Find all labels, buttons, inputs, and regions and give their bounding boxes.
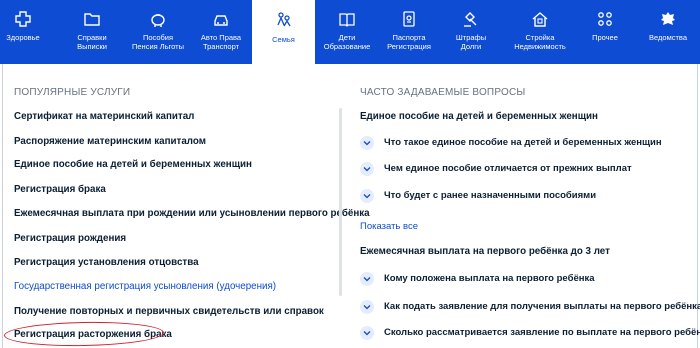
service-link[interactable]: Получение повторных и первичных свидетел… xyxy=(14,306,324,317)
faq-question-text: Что будет с ранее назначенными пособиями xyxy=(384,190,597,201)
chevron-down-icon xyxy=(360,272,374,286)
nav-item-label: Семья xyxy=(272,35,295,44)
nav-item-label: Прочее xyxy=(592,33,618,42)
faq-question-text: Кому положена выплата на первого ребёнка xyxy=(384,273,595,284)
folder-icon xyxy=(83,10,101,28)
car-icon xyxy=(212,10,230,28)
chevron-down-icon xyxy=(360,162,374,176)
service-link[interactable]: Регистрация установления отцовства xyxy=(14,257,199,268)
nav-item-education[interactable]: Дети Образование xyxy=(316,0,378,64)
nav-item-documents[interactable]: Справки Выписки xyxy=(64,0,120,64)
scrollbar[interactable] xyxy=(339,108,342,296)
nav-item-transport[interactable]: Авто Права Транспорт xyxy=(190,0,252,64)
faq-group-heading[interactable]: Ежемесячная выплата на первого ребёнка д… xyxy=(360,246,610,257)
plus-icon xyxy=(14,10,32,28)
service-link-hovered[interactable]: Государственная регистрация усыновления … xyxy=(14,281,276,292)
service-link[interactable]: Сертификат на материнский капитал xyxy=(14,111,194,122)
nav-item-label: Авто Права Транспорт xyxy=(200,33,242,51)
nav-item-label: Стройка Недвижимость xyxy=(514,33,566,51)
nav-item-label: Штрафы Долги xyxy=(455,33,487,51)
show-all-link[interactable]: Показать все xyxy=(360,221,418,232)
nav-item-other[interactable]: Прочее xyxy=(582,0,628,64)
grid-icon xyxy=(596,10,614,28)
nav-item-label: Паспорта Регистрация xyxy=(387,33,431,51)
chevron-down-icon xyxy=(360,300,374,314)
service-link[interactable]: Единое пособие на детей и беременных жен… xyxy=(14,159,252,170)
house-icon xyxy=(531,10,549,28)
gavel-icon xyxy=(462,10,480,28)
faq-question-text: Как подать заявление для получения выпла… xyxy=(384,301,700,312)
passport-icon xyxy=(400,10,418,28)
chevron-down-icon xyxy=(360,189,374,203)
nav-item-agencies[interactable]: Ведомства xyxy=(640,0,696,64)
nav-item-label: Пособия Пенсия Льготы xyxy=(131,33,185,51)
faq-question-text: Сколько рассматривается заявление по вып… xyxy=(384,327,700,338)
nav-item-label: Ведомства xyxy=(649,33,687,42)
piggy-bank-icon xyxy=(149,10,167,28)
nav-item-fines[interactable]: Штрафы Долги xyxy=(446,0,496,64)
service-link[interactable]: Распоряжение материнским капиталом xyxy=(14,136,206,147)
nav-item-passports[interactable]: Паспорта Регистрация xyxy=(378,0,440,64)
family-icon xyxy=(275,10,293,28)
service-link[interactable]: Регистрация рождения xyxy=(14,233,126,244)
nav-item-label: Дети Образование xyxy=(323,33,371,51)
emblem-icon xyxy=(659,10,677,28)
nav-item-health[interactable]: Здоровье xyxy=(0,0,46,64)
top-navigation: Здоровье Справки Выписки Пособия Пенсия … xyxy=(0,0,700,64)
nav-item-family[interactable]: Семья xyxy=(252,0,315,64)
service-link[interactable]: Регистрация брака xyxy=(14,184,106,195)
nav-item-benefits[interactable]: Пособия Пенсия Льготы xyxy=(124,0,192,64)
nav-item-realty[interactable]: Стройка Недвижимость xyxy=(506,0,574,64)
book-icon xyxy=(338,10,356,28)
faq-question-text: Чем единое пособие отличается от прежних… xyxy=(384,163,632,174)
faq-title: ЧАСТО ЗАДАВАЕМЫЕ ВОПРОСЫ xyxy=(360,87,526,98)
faq-group-heading[interactable]: Единое пособие на детей и беременных жен… xyxy=(360,111,598,122)
panel-border-left xyxy=(2,64,3,348)
chevron-down-icon xyxy=(360,326,374,340)
faq-question-text: Что такое единое пособие на детей и бере… xyxy=(384,137,662,148)
popular-services-title: ПОПУЛЯРНЫЕ УСЛУГИ xyxy=(14,87,131,98)
nav-item-label: Здоровье xyxy=(6,33,40,42)
nav-item-label: Справки Выписки xyxy=(77,33,107,51)
chevron-down-icon xyxy=(360,136,374,150)
service-link[interactable]: Ежемесячная выплата при рождении или усы… xyxy=(14,208,370,219)
